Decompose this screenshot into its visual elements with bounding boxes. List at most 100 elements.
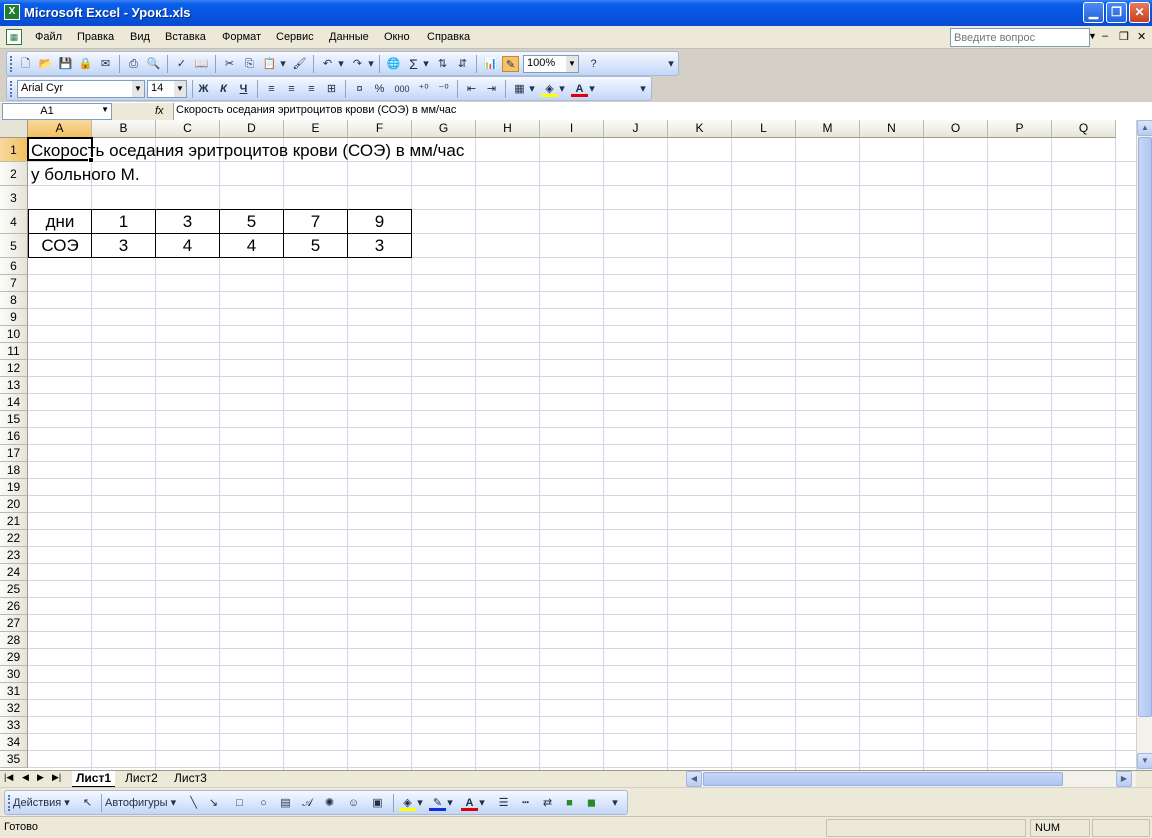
prev-sheet-icon[interactable]: ◀	[22, 772, 29, 783]
save-icon[interactable]: 💾	[57, 56, 74, 72]
cell-d5[interactable]: 4	[219, 233, 284, 258]
menu-file[interactable]: Файл	[35, 31, 62, 43]
doc-restore-icon[interactable]: ❐	[1119, 30, 1129, 43]
column-header-o[interactable]: O	[924, 120, 988, 138]
toolbar-grip[interactable]	[10, 56, 13, 72]
underline-button[interactable]: Ч	[235, 81, 252, 97]
undo-dropdown-icon[interactable]: ▾	[337, 56, 345, 72]
select-all-corner[interactable]	[0, 120, 28, 138]
row-header-18[interactable]: 18	[0, 462, 28, 479]
chevron-down-icon[interactable]: ▼	[101, 105, 109, 114]
font-size-select[interactable]: 14 ▼	[147, 80, 187, 98]
decrease-indent-icon[interactable]: ⇤	[463, 81, 480, 97]
font-color-icon[interactable]: A	[461, 795, 478, 811]
column-header-k[interactable]: K	[668, 120, 732, 138]
font-color-dropdown-icon[interactable]: ▾	[478, 795, 486, 811]
percent-button[interactable]: %	[371, 81, 388, 97]
column-header-l[interactable]: L	[732, 120, 796, 138]
line-color-dropdown-icon[interactable]: ▾	[446, 795, 454, 811]
row-header-31[interactable]: 31	[0, 683, 28, 700]
column-header-b[interactable]: B	[92, 120, 156, 138]
menu-tools[interactable]: Сервис	[276, 31, 314, 43]
align-right-icon[interactable]: ≡	[303, 81, 320, 97]
cell-e5[interactable]: 5	[283, 233, 348, 258]
row-header-30[interactable]: 30	[0, 666, 28, 683]
decrease-decimal-icon[interactable]: ⁻⁰	[435, 81, 452, 97]
worksheet-grid[interactable]: ABCDEFGHIJKLMNOPQ 1 2 3 4 5 6 7 8 9 10 11 12 13 14 15 1…	[0, 120, 1136, 770]
font-name-select[interactable]: Arial Cyr ▼	[17, 80, 145, 98]
scroll-right-icon[interactable]: ▶	[1116, 771, 1132, 787]
minimize-button[interactable]: ▁	[1083, 2, 1104, 23]
permission-icon[interactable]: 🔒	[77, 56, 94, 72]
close-button[interactable]: ✕	[1129, 2, 1150, 23]
print-preview-icon[interactable]: 🔍	[145, 56, 162, 72]
row-header-33[interactable]: 33	[0, 717, 28, 734]
toolbar-grip[interactable]	[8, 795, 11, 811]
workbook-icon[interactable]: ▦	[6, 29, 22, 45]
actions-menu[interactable]: Действия ▾	[13, 795, 79, 811]
column-header-h[interactable]: H	[476, 120, 540, 138]
row-header-21[interactable]: 21	[0, 513, 28, 530]
tab-sheet2[interactable]: Лист2	[121, 771, 162, 787]
name-box[interactable]: A1 ▼	[2, 103, 112, 120]
column-header-j[interactable]: J	[604, 120, 668, 138]
row-header-22[interactable]: 22	[0, 530, 28, 547]
increase-indent-icon[interactable]: ⇥	[483, 81, 500, 97]
3d-style-icon[interactable]: ◼	[583, 795, 600, 811]
doc-minimize-icon[interactable]: ‒	[1102, 30, 1108, 42]
menu-format[interactable]: Формат	[222, 31, 261, 43]
column-header-c[interactable]: C	[156, 120, 220, 138]
cell-a1[interactable]: Скорость оседания эритроцитов крови (СОЭ…	[31, 141, 464, 161]
vertical-scrollbar[interactable]: ▲ ▼	[1136, 120, 1152, 770]
toolbar-grip[interactable]	[10, 81, 13, 97]
redo-icon[interactable]: ↷	[349, 56, 366, 72]
row-header-8[interactable]: 8	[0, 292, 28, 309]
autoshapes-menu[interactable]: Автофигуры ▾	[105, 795, 183, 811]
chevron-down-icon[interactable]: ▼	[1088, 31, 1097, 41]
fill-color-icon[interactable]: ◈	[399, 795, 416, 811]
clipart-icon[interactable]: ☺	[345, 795, 362, 811]
scroll-left-icon[interactable]: ◀	[686, 771, 702, 787]
line-style-icon[interactable]: ☰	[495, 795, 512, 811]
drawing-icon[interactable]: ✎	[502, 56, 519, 72]
column-header-f[interactable]: F	[348, 120, 412, 138]
vertical-scroll-thumb[interactable]	[1138, 137, 1152, 717]
row-header-5[interactable]: 5	[0, 234, 28, 258]
cell-b4[interactable]: 1	[91, 209, 156, 234]
row-header-26[interactable]: 26	[0, 598, 28, 615]
row-header-28[interactable]: 28	[0, 632, 28, 649]
wordart-icon[interactable]: 𝒜	[299, 795, 316, 811]
row-header-4[interactable]: 4	[0, 210, 28, 234]
row-header-27[interactable]: 27	[0, 615, 28, 632]
row-header-29[interactable]: 29	[0, 649, 28, 666]
chart-wizard-icon[interactable]: 📊	[482, 56, 499, 72]
cell-f5[interactable]: 3	[347, 233, 412, 258]
row-header-14[interactable]: 14	[0, 394, 28, 411]
cell-a5[interactable]: СОЭ	[28, 233, 92, 258]
undo-icon[interactable]: ↶	[319, 56, 336, 72]
row-header-19[interactable]: 19	[0, 479, 28, 496]
cell-c5[interactable]: 4	[155, 233, 220, 258]
sort-descending-icon[interactable]: ⇵	[454, 56, 471, 72]
restore-button[interactable]: ❐	[1106, 2, 1127, 23]
insert-function-icon[interactable]: fx	[155, 105, 164, 117]
autosum-dropdown-icon[interactable]: ▾	[422, 56, 430, 72]
column-header-n[interactable]: N	[860, 120, 924, 138]
redo-dropdown-icon[interactable]: ▾	[367, 56, 375, 72]
diagram-icon[interactable]: ✺	[321, 795, 338, 811]
column-header-m[interactable]: M	[796, 120, 860, 138]
paste-icon[interactable]: 📋	[261, 56, 278, 72]
cell-c4[interactable]: 3	[155, 209, 220, 234]
next-sheet-icon[interactable]: ▶	[37, 772, 44, 783]
row-header-13[interactable]: 13	[0, 377, 28, 394]
excel-app-icon[interactable]: X	[4, 4, 20, 20]
cell-a4[interactable]: дни	[28, 209, 92, 234]
chevron-down-icon[interactable]: ▼	[174, 81, 186, 97]
arrow-style-icon[interactable]: ⇄	[539, 795, 556, 811]
tab-sheet1[interactable]: Лист1	[72, 771, 116, 787]
format-painter-icon[interactable]: 🖌	[291, 56, 308, 72]
borders-icon[interactable]: ▦	[511, 81, 528, 97]
oval-icon[interactable]: ○	[255, 795, 272, 811]
row-header-1[interactable]: 1	[0, 138, 28, 162]
row-header-9[interactable]: 9	[0, 309, 28, 326]
